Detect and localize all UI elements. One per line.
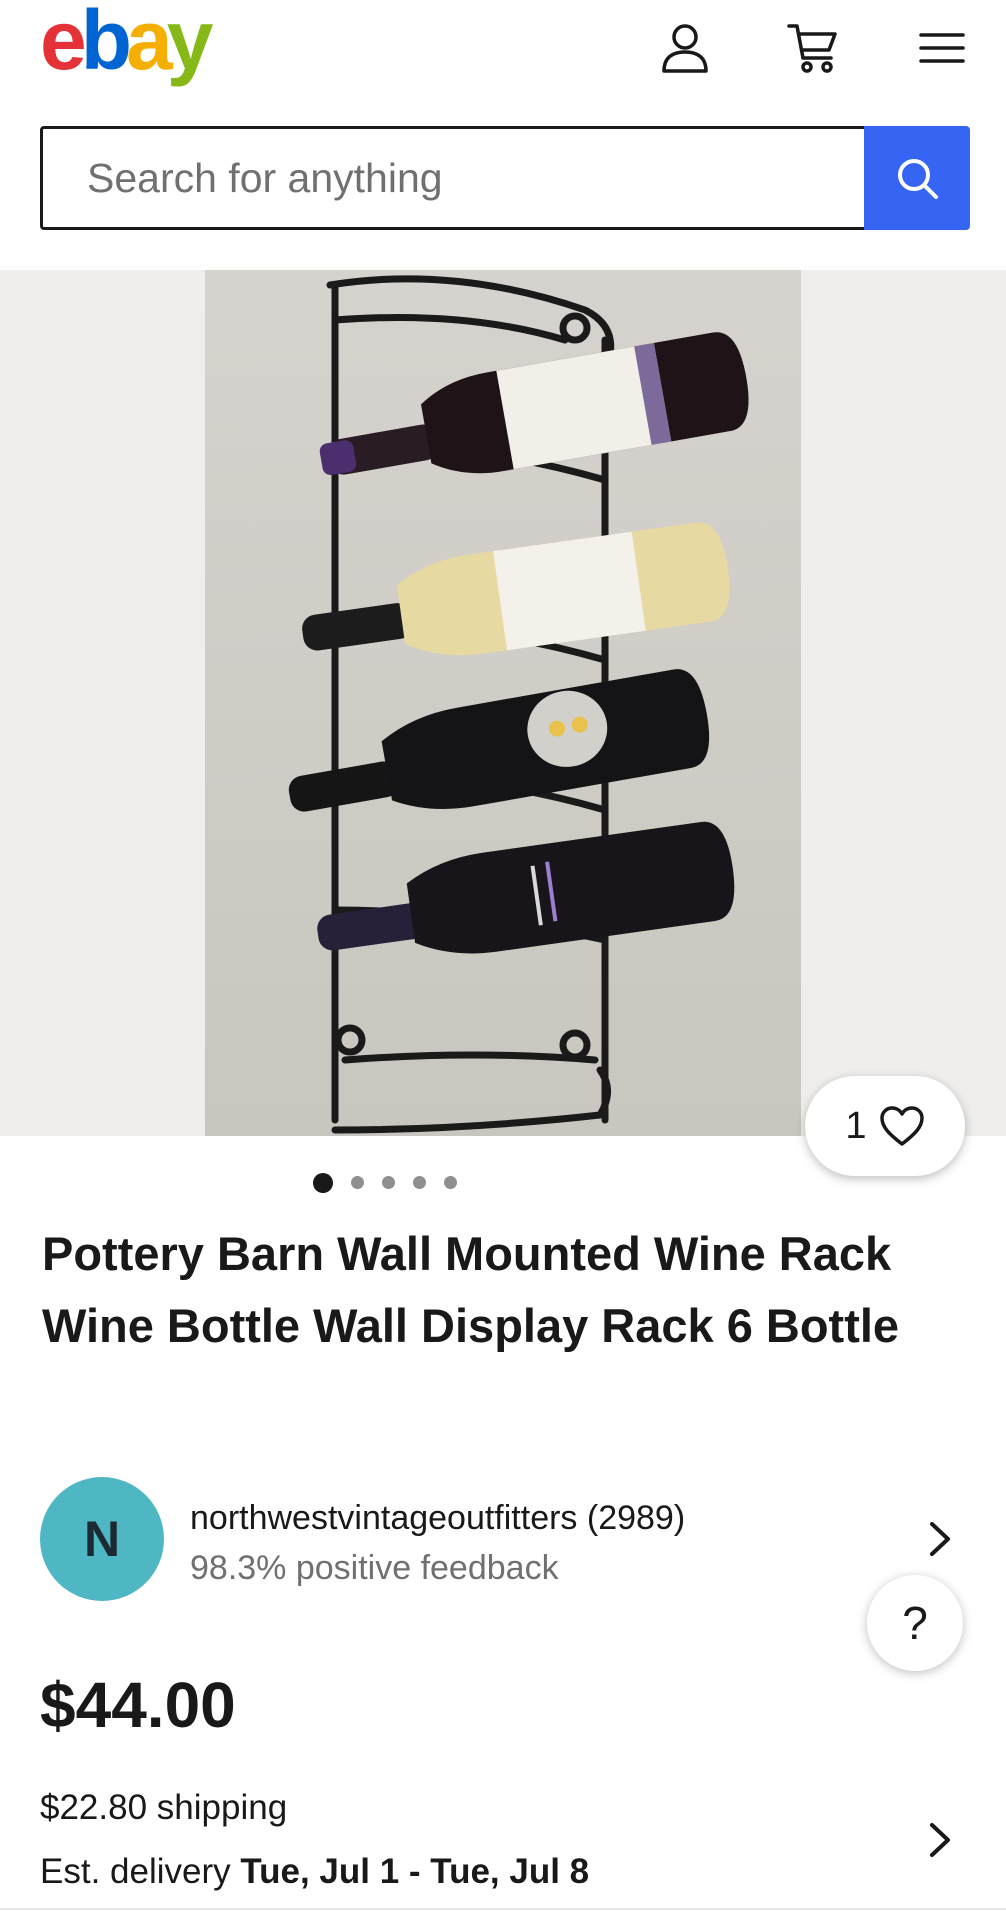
logo-letter-b: b (80, 0, 132, 87)
shipping-cost: $22.80 shipping (40, 1788, 288, 1827)
shipping-chevron-right-icon[interactable] (920, 1820, 960, 1860)
pagination-dot[interactable] (444, 1176, 457, 1189)
pagination-dot[interactable] (382, 1176, 395, 1189)
ebay-logo[interactable]: ebay (40, 0, 214, 87)
logo-letter-e: e (40, 0, 87, 87)
seller-avatar: N (40, 1477, 164, 1601)
cart-icon (787, 24, 837, 73)
search-bar: Search for anything (40, 126, 970, 230)
watch-like-button[interactable]: 1 (805, 1076, 965, 1176)
user-icon (662, 24, 708, 73)
wine-rack-illustration (288, 275, 749, 1134)
logo-letter-a: a (126, 0, 173, 87)
like-count: 1 (845, 1104, 867, 1147)
search-button[interactable] (864, 126, 970, 230)
delivery-prefix: Est. delivery (40, 1852, 231, 1891)
seller-row[interactable]: N northwestvintageoutfitters (2989) 98.3… (40, 1477, 970, 1602)
search-icon (898, 159, 938, 199)
image-gallery[interactable] (0, 270, 1006, 1136)
search-placeholder: Search for anything (87, 154, 443, 201)
seller-name: northwestvintageoutfitters (2989) (190, 1499, 686, 1537)
divider (0, 1908, 1006, 1910)
cart-button[interactable] (783, 18, 843, 78)
chevron-right-icon (920, 1519, 960, 1559)
product-photo[interactable] (205, 270, 801, 1136)
item-price: $44.00 (40, 1669, 236, 1741)
menu-button[interactable] (912, 18, 972, 78)
site-header: ebay Search for anything (0, 0, 1006, 260)
hamburger-menu-icon (919, 33, 965, 63)
logo-letter-y: y (166, 0, 214, 87)
delivery-dates: Tue, Jul 1 - Tue, Jul 8 (240, 1852, 590, 1891)
pagination-dot[interactable] (351, 1176, 364, 1189)
gallery-pagination (0, 1173, 888, 1196)
estimated-delivery: Est. delivery Tue, Jul 1 - Tue, Jul 8 (40, 1852, 589, 1892)
listing-title: Pottery Barn Wall Mounted Wine Rack Wine… (42, 1227, 900, 1352)
search-input[interactable]: Search for anything (40, 126, 864, 230)
account-button[interactable] (655, 18, 715, 78)
heart-icon (879, 1106, 924, 1146)
pagination-dot[interactable] (413, 1176, 426, 1189)
seller-feedback: 98.3% positive feedback (190, 1549, 559, 1587)
pagination-dot-active[interactable] (313, 1173, 333, 1193)
help-button[interactable]: ? (867, 1575, 963, 1671)
